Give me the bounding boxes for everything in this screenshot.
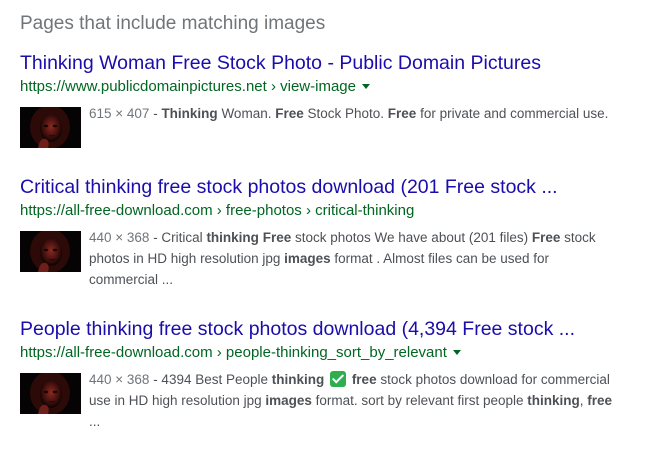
snippet-fragment: format. sort by relevant first people (311, 393, 528, 408)
snippet-fragment: ... (89, 414, 101, 429)
result-item: Critical thinking free stock photos down… (20, 174, 630, 290)
result-snippet: 615 × 407 - Thinking Woman. Free Stock P… (89, 103, 619, 124)
result-url-row: https://all-free-download.com › people-t… (20, 343, 630, 363)
snippet-fragment: for private and commercial use. (416, 106, 609, 121)
snippet-fragment: stock photos We have about (201 files) (291, 230, 532, 245)
snippet-highlight: thinking (527, 393, 580, 408)
result-dimensions: 440 × 368 (89, 230, 150, 245)
result-url: https://all-free-download.com › people-t… (20, 344, 447, 361)
result-dimensions: 440 × 368 (89, 372, 150, 387)
result-item: People thinking free stock photos downlo… (20, 316, 630, 432)
snippet-highlight: Free (275, 106, 304, 121)
result-snippet: 440 × 368 - 4394 Best People thinking fr… (89, 369, 619, 432)
snippet-highlight: Free (387, 106, 417, 121)
result-title-link[interactable]: Critical thinking free stock photos down… (20, 174, 630, 200)
result-url-row: https://www.publicdomainpictures.net › v… (20, 77, 630, 97)
result-snippet-text: - Thinking Woman. Free Stock Photo. Free… (149, 106, 608, 121)
snippet-fragment: - 4394 Best People (149, 372, 272, 387)
snippet-highlight: Free (531, 230, 561, 245)
snippet-fragment: - (149, 106, 162, 121)
result-title-link[interactable]: Thinking Woman Free Stock Photo - Public… (20, 50, 630, 76)
snippet-highlight: images (265, 393, 312, 408)
result-snippet-row: 440 × 368 - 4394 Best People thinking fr… (20, 369, 630, 432)
snippet-highlight: free (351, 372, 377, 387)
result-snippet-text: - 4394 Best People thinking free stock p… (89, 371, 613, 429)
result-thumbnail[interactable] (20, 107, 81, 148)
snippet-highlight: Thinking (161, 106, 218, 121)
snippet-highlight: images (284, 251, 331, 266)
check-mark-emoji-icon (330, 371, 347, 387)
result-thumbnail[interactable] (20, 231, 81, 272)
search-results-page: Pages that include matching images Think… (0, 0, 646, 450)
snippet-highlight: free (587, 393, 613, 408)
section-title: Pages that include matching images (20, 13, 326, 34)
result-snippet: 440 × 368 - Critical thinking Free stock… (89, 227, 619, 290)
caret-down-icon[interactable] (452, 349, 461, 355)
result-thumbnail[interactable] (20, 373, 81, 414)
snippet-highlight: thinking (271, 372, 325, 387)
snippet-fragment: Woman. (217, 106, 276, 121)
result-dimensions: 615 × 407 (89, 106, 150, 121)
result-item: Thinking Woman Free Stock Photo - Public… (20, 50, 630, 148)
result-url-row: https://all-free-download.com › free-pho… (20, 201, 630, 221)
snippet-highlight: thinking (206, 230, 259, 245)
result-snippet-row: 615 × 407 - Thinking Woman. Free Stock P… (20, 103, 630, 148)
snippet-fragment: - Critical (149, 230, 207, 245)
snippet-fragment (324, 372, 328, 387)
result-snippet-row: 440 × 368 - Critical thinking Free stock… (20, 227, 630, 290)
result-url: https://www.publicdomainpictures.net › v… (20, 78, 356, 95)
snippet-fragment: Stock Photo. (303, 106, 388, 121)
result-snippet-text: - Critical thinking Free stock photos We… (89, 230, 596, 287)
snippet-highlight: Free (262, 230, 292, 245)
caret-down-icon[interactable] (361, 83, 370, 89)
result-title-link[interactable]: People thinking free stock photos downlo… (20, 316, 630, 342)
result-url: https://all-free-download.com › free-pho… (20, 202, 415, 219)
